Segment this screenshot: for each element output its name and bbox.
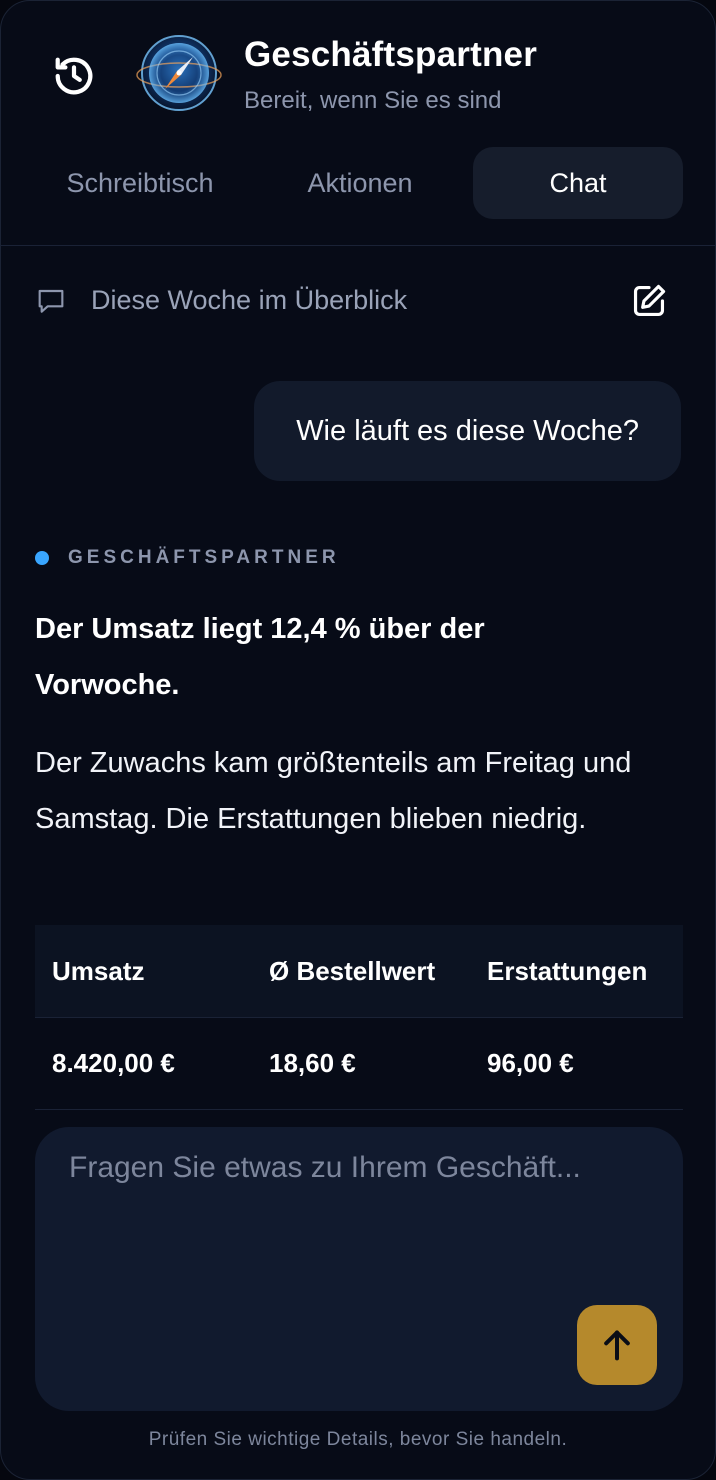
new-chat-button[interactable] bbox=[627, 279, 671, 323]
assistant-body: Der Zuwachs kam größtenteils am Freitag … bbox=[35, 747, 632, 835]
assistant-avatar bbox=[135, 33, 223, 113]
metrics-value-umsatz: 8.420,00 € bbox=[35, 1017, 252, 1110]
assistant-status: Bereit, wenn Sie es sind bbox=[244, 87, 502, 114]
metrics-header-row: Umsatz Ø Bestellwert Erstattungen bbox=[35, 925, 683, 1018]
metrics-value-bestellwert: 18,60 € bbox=[252, 1017, 470, 1110]
chat-bubble-icon bbox=[38, 289, 64, 313]
assistant-label: GESCHÄFTSPARTNER bbox=[35, 547, 340, 569]
metrics-header-erstattungen: Erstattungen bbox=[470, 925, 683, 1018]
arrow-up-icon bbox=[604, 1330, 630, 1361]
message-input[interactable] bbox=[69, 1151, 649, 1311]
panel-header: Geschäftspartner Bereit, wenn Sie es sin… bbox=[1, 1, 715, 246]
thread-title: Diese Woche im Überblick bbox=[91, 285, 408, 315]
assistant-status-dot bbox=[35, 551, 49, 565]
history-icon bbox=[55, 57, 93, 95]
metrics-header-bestellwert: Ø Bestellwert bbox=[252, 925, 470, 1018]
metrics-header-umsatz: Umsatz bbox=[35, 925, 252, 1018]
message-composer bbox=[35, 1127, 683, 1411]
tab-schreibtisch[interactable]: Schreibtisch bbox=[35, 147, 245, 219]
metrics-value-row: 8.420,00 € 18,60 € 96,00 € bbox=[35, 1017, 683, 1110]
user-message: Wie läuft es diese Woche? bbox=[254, 381, 681, 481]
metrics-value-erstattungen: 96,00 € bbox=[470, 1017, 683, 1110]
thread-header: Diese Woche im Überblick bbox=[35, 271, 683, 331]
assistant-title: Geschäftspartner bbox=[244, 35, 538, 74]
history-button[interactable] bbox=[49, 51, 99, 101]
tab-aktionen[interactable]: Aktionen bbox=[255, 147, 465, 219]
assistant-headline: Der Umsatz liegt 12,4 % über der Vorwoch… bbox=[35, 613, 485, 701]
send-button[interactable] bbox=[577, 1305, 657, 1385]
tab-bar: Schreibtisch Aktionen Chat bbox=[35, 147, 683, 219]
metrics-table: Umsatz Ø Bestellwert Erstattungen 8.420,… bbox=[35, 925, 683, 1110]
edit-icon bbox=[633, 284, 666, 317]
chat-panel: Geschäftspartner Bereit, wenn Sie es sin… bbox=[0, 0, 716, 1480]
tab-chat[interactable]: Chat bbox=[473, 147, 683, 219]
compass-orb-icon bbox=[136, 35, 222, 111]
assistant-name: GESCHÄFTSPARTNER bbox=[68, 547, 340, 568]
disclaimer-note: Prüfen Sie wichtige Details, bevor Sie h… bbox=[148, 1429, 568, 1450]
